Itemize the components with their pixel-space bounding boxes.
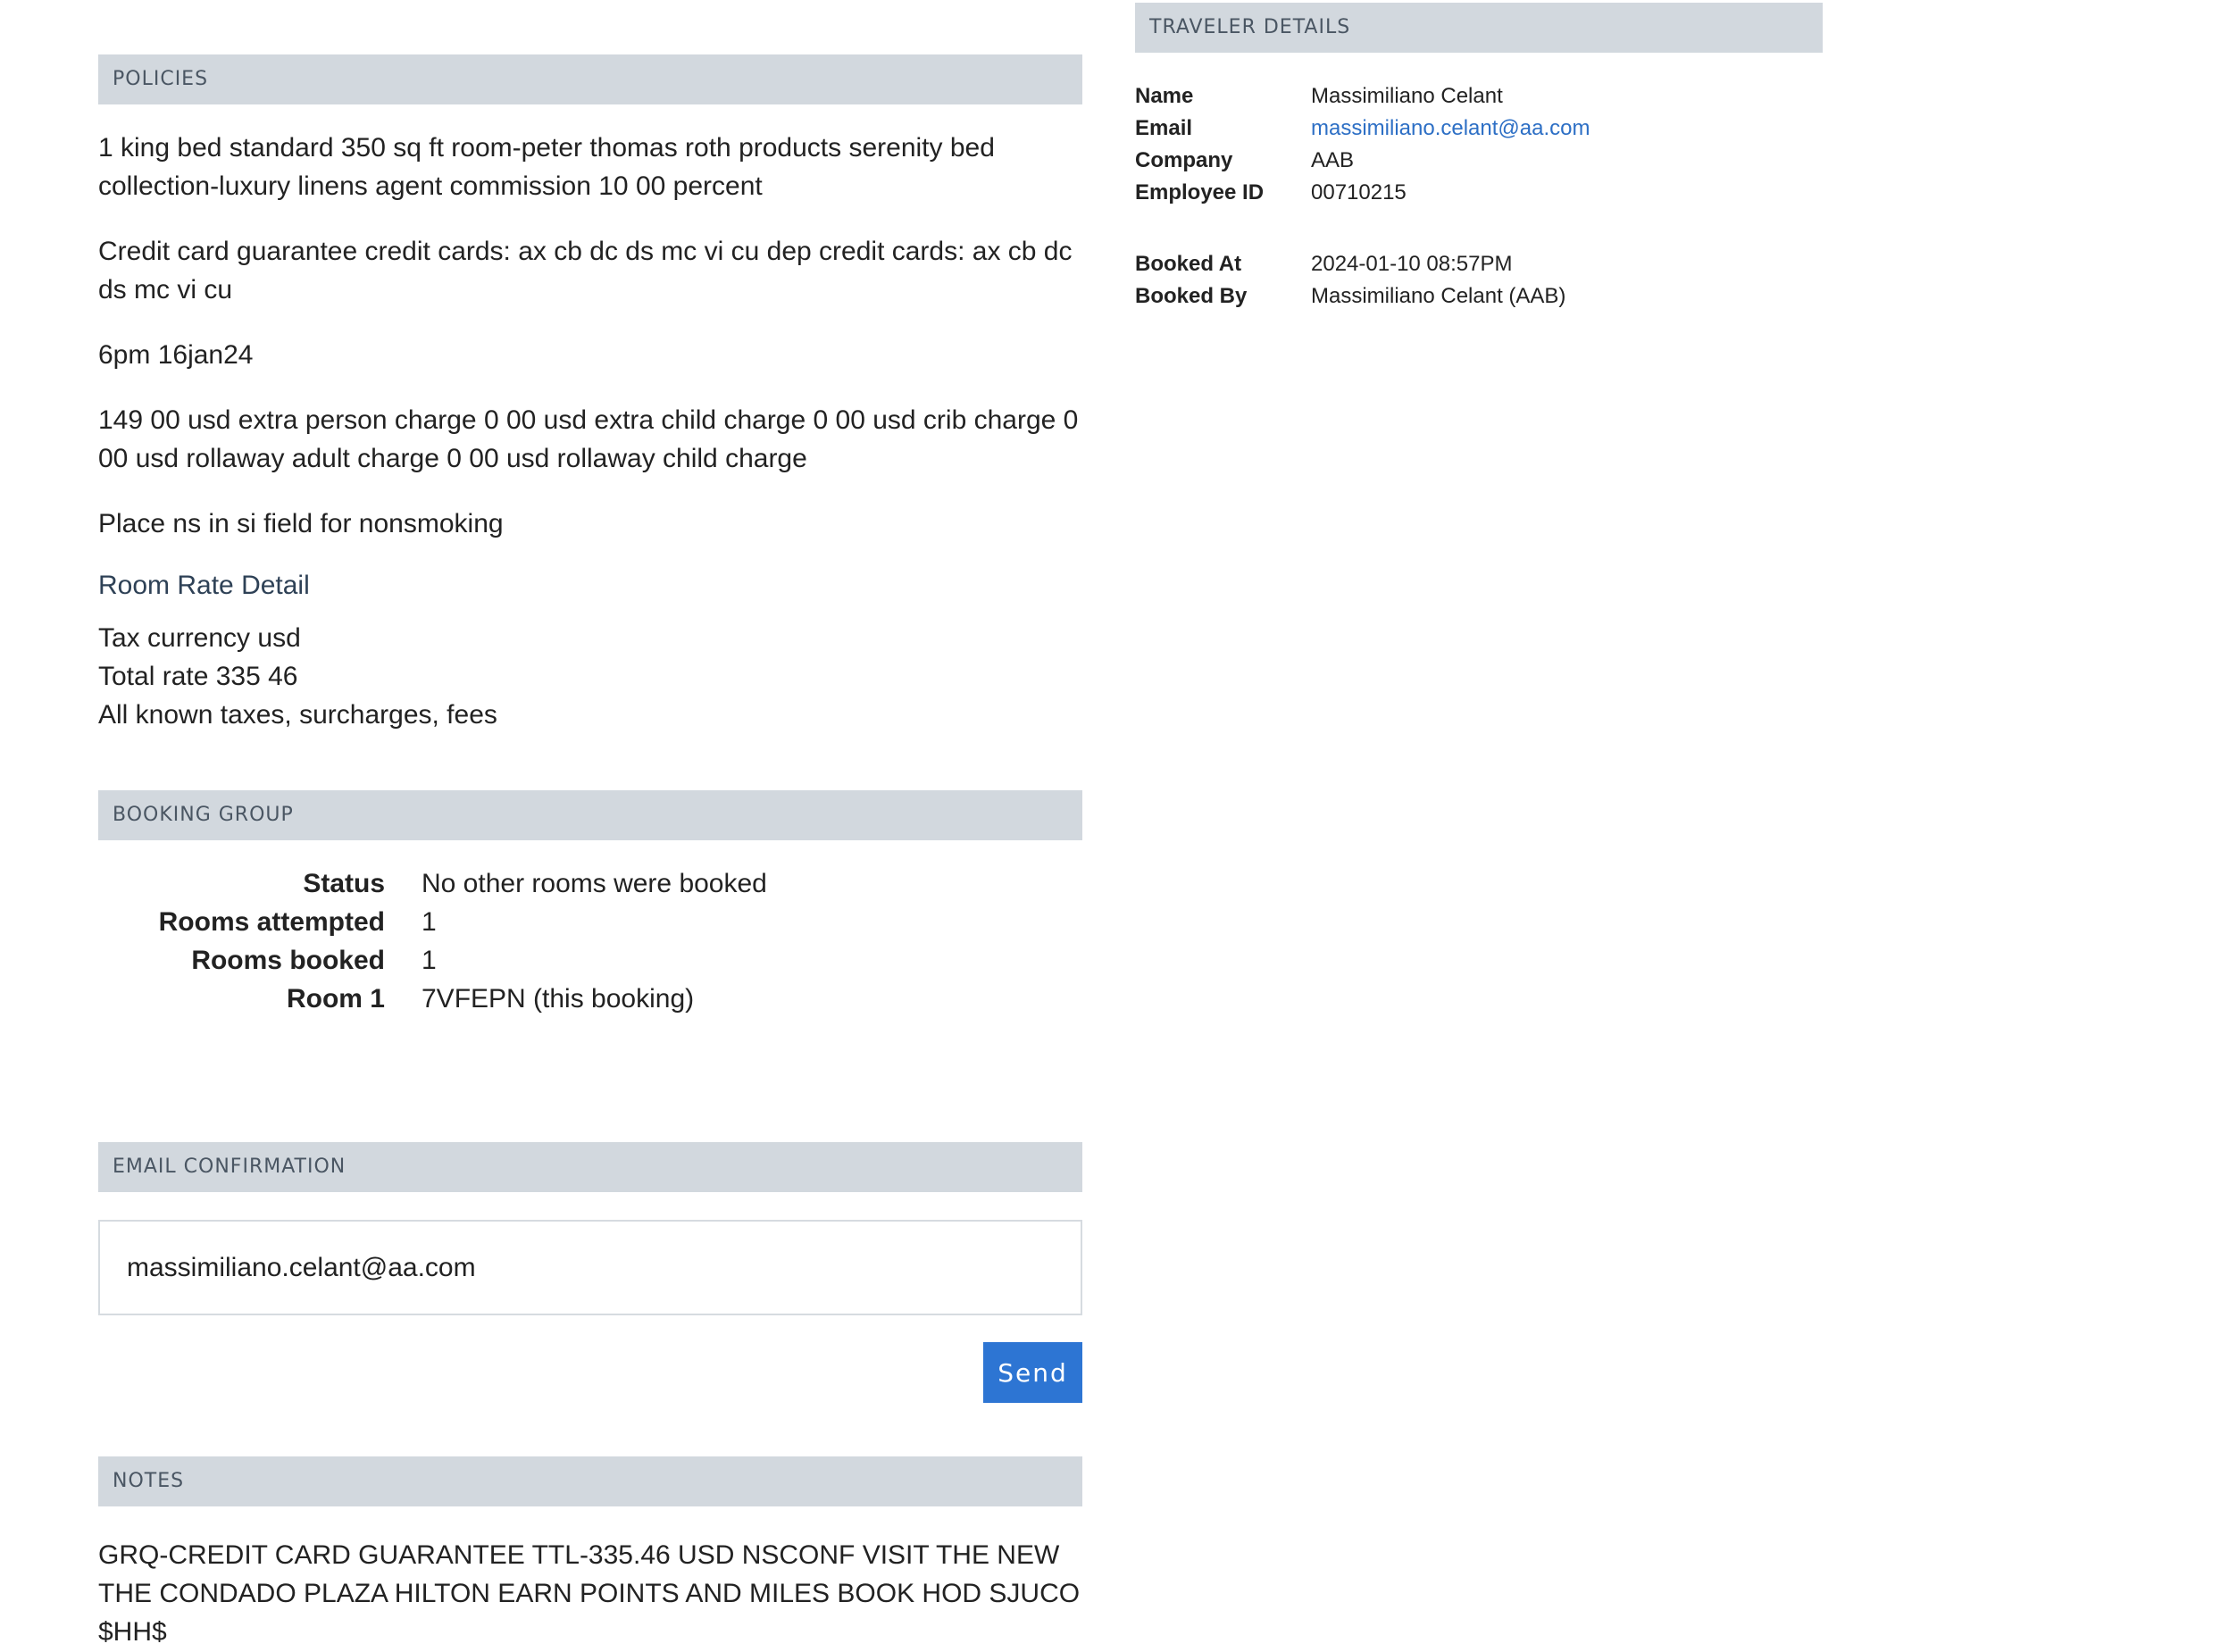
rate-line: Tax currency usd [98,623,301,653]
traveler-details-header: TRAVELER DETAILS [1135,3,1823,53]
rooms-attempted-label: Rooms attempted [158,907,385,937]
policy-paragraph: Place ns in si field for nonsmoking [98,509,504,538]
rooms-booked-value: 1 [422,946,437,975]
notes-section: NOTES GRQ-CREDIT CARD GUARANTEE TTL-335.… [98,1456,1082,1651]
policy-paragraph: Credit card guarantee credit cards: ax c… [98,237,1073,305]
traveler-details-table: Name Massimiliano Celant Email massimili… [1135,80,1823,313]
email-confirmation-input[interactable] [98,1220,1082,1315]
policies-section: POLICIES 1 king bed standard 350 sq ft r… [98,54,1082,734]
rate-line: All known taxes, surcharges, fees [98,700,497,730]
booking-status-label: Status [303,869,385,898]
send-row: Send [98,1342,1082,1403]
booking-status-value: No other rooms were booked [422,869,767,898]
employee-id-label: Employee ID [1135,180,1265,204]
rooms-attempted-value: 1 [422,907,437,937]
room-1-label: Room 1 [286,984,385,1014]
room-rate-detail: Tax currency usd Total rate 335 46 All k… [98,619,1082,734]
rate-line: Total rate 335 46 [98,662,298,691]
employee-id-value: 00710215 [1311,180,1407,204]
booking-group-table: Status No other rooms were booked Rooms … [98,864,1082,1018]
policies-header: POLICIES [98,54,1082,104]
company-value: AAB [1311,148,1355,172]
booking-group-header: BOOKING GROUP [98,790,1082,840]
email-confirmation-section: EMAIL CONFIRMATION Send [98,1142,1082,1403]
email-confirmation-header: EMAIL CONFIRMATION [98,1142,1082,1192]
policy-paragraph: 149 00 usd extra person charge 0 00 usd … [98,405,1079,473]
email-link[interactable]: massimiliano.celant@aa.com [1311,116,1590,140]
email-label: Email [1135,116,1193,140]
notes-text: GRQ-CREDIT CARD GUARANTEE TTL-335.46 USD… [98,1540,1081,1647]
policy-paragraph: 6pm 16jan24 [98,340,254,370]
name-label: Name [1135,84,1194,108]
booked-at-label: Booked At [1135,252,1242,276]
room-rate-detail-heading: Room Rate Detail [98,571,310,600]
send-button[interactable]: Send [983,1342,1082,1403]
company-label: Company [1135,148,1233,172]
notes-header: NOTES [98,1456,1082,1506]
booked-by-label: Booked By [1135,284,1248,308]
booking-group-section: BOOKING GROUP Status No other rooms were… [98,790,1082,1018]
booked-by-value: Massimiliano Celant (AAB) [1311,284,1566,308]
policies-body: 1 king bed standard 350 sq ft room-peter… [98,104,1082,543]
rooms-booked-label: Rooms booked [191,946,385,975]
room-1-value: 7VFEPN (this booking) [422,984,695,1014]
booked-at-value: 2024-01-10 08:57PM [1311,252,1513,276]
main-column: POLICIES 1 king bed standard 350 sq ft r… [98,54,1082,1651]
traveler-details-section: TRAVELER DETAILS Name Massimiliano Celan… [1135,3,1823,313]
traveler-details-column: TRAVELER DETAILS Name Massimiliano Celan… [1135,3,1823,313]
name-value: Massimiliano Celant [1311,84,1503,108]
policy-paragraph: 1 king bed standard 350 sq ft room-peter… [98,133,995,201]
